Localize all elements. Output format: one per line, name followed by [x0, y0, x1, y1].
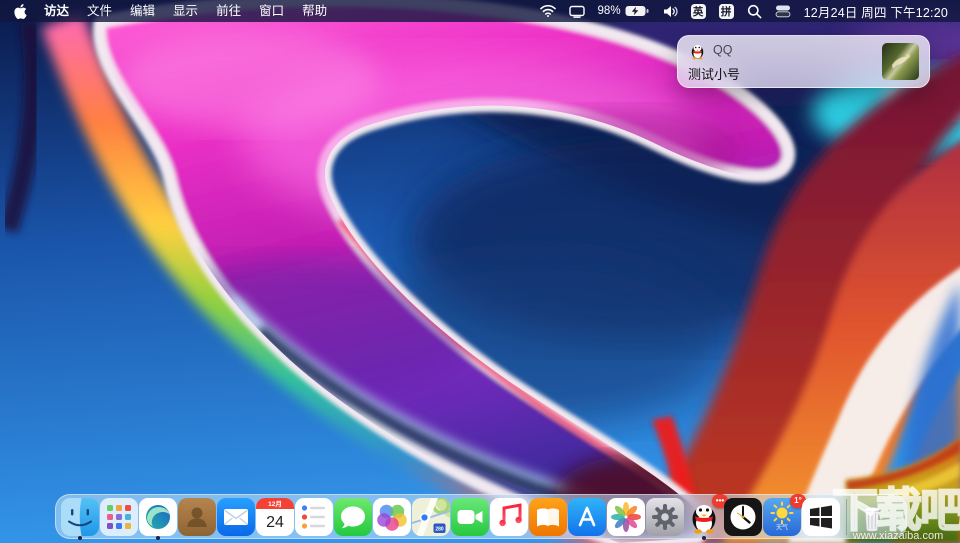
- dock-item-facetime[interactable]: [451, 498, 489, 536]
- running-indicator: [702, 536, 706, 540]
- notification-message: 测试小号: [688, 64, 740, 83]
- qq-notification-banner[interactable]: QQ 测试小号: [677, 35, 930, 88]
- menu-edit[interactable]: 编辑: [121, 0, 164, 22]
- notification-app-name: QQ: [713, 43, 732, 57]
- dock-item-maps[interactable]: 280: [412, 498, 450, 536]
- running-indicator: [156, 536, 160, 540]
- stack-menu-extra-icon[interactable]: [775, 3, 791, 19]
- dock-item-messages[interactable]: [334, 498, 372, 536]
- search-icon[interactable]: [747, 4, 762, 19]
- battery-percent: 98%: [598, 5, 621, 17]
- dock-item-launchpad[interactable]: [100, 498, 138, 536]
- menu-view[interactable]: 显示: [164, 0, 207, 22]
- dock-item-books[interactable]: [529, 498, 567, 536]
- dock-item-trash[interactable]: [853, 498, 891, 536]
- dock: 12月 24: [55, 494, 907, 539]
- dock-item-qq[interactable]: •••: [685, 498, 723, 536]
- qq-penguin-icon: [688, 41, 707, 60]
- dock-item-mail[interactable]: [217, 498, 255, 536]
- battery-charging-icon: [625, 5, 649, 17]
- dock-item-app-store[interactable]: [568, 498, 606, 536]
- dock-item-game-center[interactable]: [373, 498, 411, 536]
- menu-finder[interactable]: 访达: [35, 0, 78, 22]
- apple-icon: [14, 4, 27, 19]
- calendar-month: 12月: [268, 500, 282, 508]
- dock-item-music[interactable]: [490, 498, 528, 536]
- desktop-screen: 访达 文件 编辑 显示 前往 窗口 帮助 98%: [0, 0, 960, 543]
- dock-item-windows[interactable]: [802, 498, 840, 536]
- dock-item-reminders[interactable]: [295, 498, 333, 536]
- menu-go[interactable]: 前往: [207, 0, 250, 22]
- dock-item-photos[interactable]: [607, 498, 645, 536]
- menu-bar: 访达 文件 编辑 显示 前往 窗口 帮助 98%: [0, 0, 960, 22]
- dock-item-microsoft-edge[interactable]: [139, 498, 177, 536]
- battery-indicator[interactable]: 98%: [598, 5, 649, 17]
- dock-item-calendar[interactable]: 12月 24: [256, 498, 294, 536]
- running-indicator: [78, 536, 82, 540]
- bird-photo-thumbnail: [882, 43, 919, 80]
- dock-item-finder[interactable]: [61, 498, 99, 536]
- dock-item-weather[interactable]: 天气 1°: [763, 498, 801, 536]
- weather-label: 天气: [776, 523, 788, 531]
- menu-file[interactable]: 文件: [78, 0, 121, 22]
- maps-shield-label: 280: [435, 526, 444, 532]
- display-mirroring-icon[interactable]: [569, 5, 585, 18]
- apple-menu[interactable]: [10, 4, 35, 19]
- input-pinyin-badge[interactable]: 拼: [719, 4, 734, 19]
- dock-item-system-preferences[interactable]: [646, 498, 684, 536]
- input-english-badge[interactable]: 英: [691, 4, 706, 19]
- menu-bar-clock[interactable]: 12月24日 周四 下午12:20: [804, 2, 950, 21]
- volume-icon[interactable]: [662, 5, 678, 18]
- wifi-icon[interactable]: [540, 5, 556, 17]
- dock-item-contacts[interactable]: [178, 498, 216, 536]
- menu-help[interactable]: 帮助: [293, 0, 336, 22]
- dock-separator: [846, 499, 847, 535]
- calendar-day: 24: [266, 514, 284, 531]
- menu-window[interactable]: 窗口: [250, 0, 293, 22]
- dock-item-clock[interactable]: [724, 498, 762, 536]
